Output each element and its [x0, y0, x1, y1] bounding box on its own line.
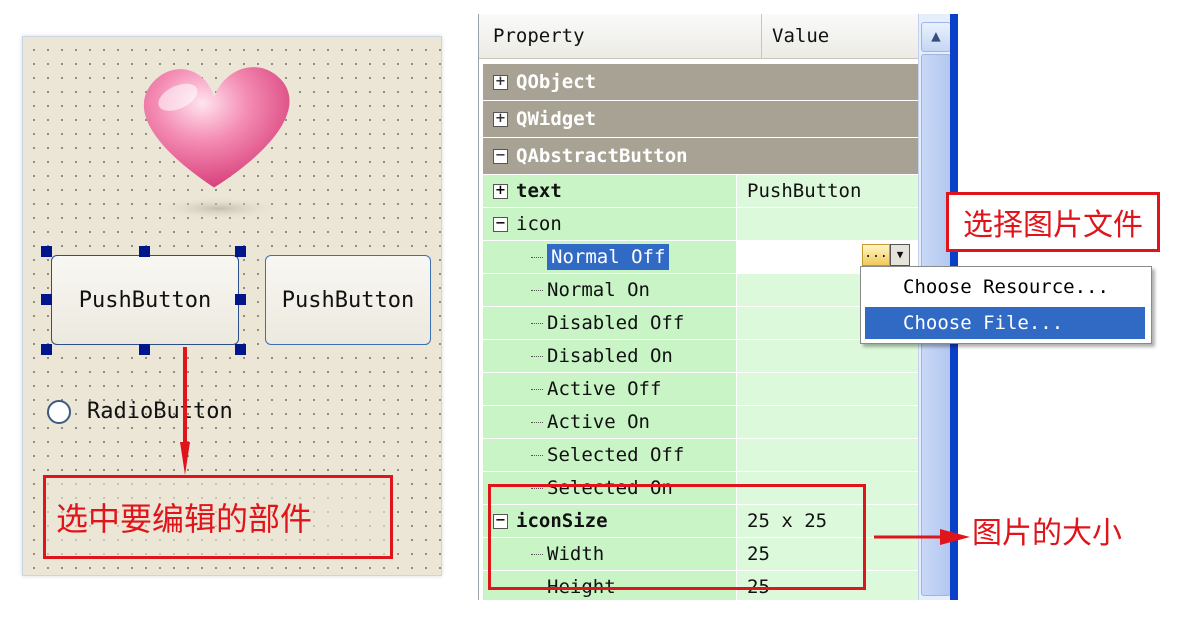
resize-handle-bottom-right[interactable]	[235, 344, 246, 355]
radio-button[interactable]: RadioButton	[47, 399, 233, 424]
tree-connector	[531, 454, 543, 456]
group-qwidget[interactable]: + QWidget	[483, 101, 918, 138]
property-row-normal-off[interactable]: Normal Off ... ▼	[483, 241, 918, 274]
expand-plus-icon[interactable]: +	[493, 74, 508, 90]
push-button-2[interactable]: PushButton	[265, 255, 431, 345]
tree-connector	[531, 256, 543, 258]
property-row-disabled-off[interactable]: Disabled Off	[483, 307, 918, 340]
group-qobject[interactable]: + QObject	[483, 64, 918, 101]
push-button-label: PushButton	[281, 287, 415, 313]
icon-chooser[interactable]: ... ▼	[862, 244, 914, 268]
property-row-active-on[interactable]: Active On	[483, 406, 918, 439]
annotation-icon-size: 图片的大小	[972, 516, 1122, 551]
highlight-iconsize-box	[488, 484, 866, 590]
property-name: Active On	[547, 411, 650, 433]
expand-plus-icon[interactable]: +	[493, 111, 508, 127]
resize-handle-top[interactable]	[139, 246, 150, 257]
tree-connector	[531, 289, 543, 291]
arrow-down-icon	[180, 347, 190, 475]
resize-handle-right[interactable]	[235, 294, 246, 305]
scroll-up-arrow-icon[interactable]: ▲	[921, 22, 951, 52]
group-qabstractbutton[interactable]: − QAbstractButton	[483, 138, 918, 175]
expand-plus-icon[interactable]: +	[493, 183, 508, 199]
property-value[interactable]	[737, 373, 918, 405]
form-designer-canvas[interactable]: PushButton PushButton RadioButton 选中要编辑的…	[22, 36, 442, 576]
property-row-selected-off[interactable]: Selected Off	[483, 439, 918, 472]
group-label: QWidget	[516, 108, 597, 130]
property-name: Selected Off	[547, 444, 685, 466]
property-row-normal-on[interactable]: Normal On	[483, 274, 918, 307]
tree-connector	[531, 388, 543, 390]
radio-button-label: RadioButton	[87, 399, 233, 424]
property-row-active-off[interactable]: Active Off	[483, 373, 918, 406]
property-row-icon[interactable]: − icon	[483, 208, 918, 241]
tree-connector	[531, 322, 543, 324]
callout-choose-file: 选择图片文件	[946, 192, 1160, 252]
resize-handle-top-left[interactable]	[41, 246, 52, 257]
menu-item-choose-file[interactable]: Choose File...	[865, 307, 1145, 339]
group-label: QObject	[516, 71, 597, 93]
tree-connector	[531, 421, 543, 423]
property-name: Active Off	[547, 378, 662, 400]
property-table-header: Property Value	[479, 14, 918, 59]
property-name: Disabled Off	[547, 312, 685, 334]
resize-handle-bottom[interactable]	[139, 344, 150, 355]
group-label: QAbstractButton	[516, 145, 688, 167]
arrow-right-icon	[874, 529, 970, 545]
property-name: text	[516, 180, 562, 202]
resize-handle-left[interactable]	[41, 294, 52, 305]
callout-text: 选择图片文件	[963, 208, 1143, 243]
property-name-selected: Normal Off	[547, 244, 670, 270]
header-value[interactable]: Value	[762, 14, 829, 58]
collapse-minus-icon[interactable]: −	[493, 148, 508, 164]
browse-button[interactable]: ...	[862, 244, 890, 266]
property-row-text[interactable]: + text PushButton	[483, 175, 918, 208]
property-value[interactable]: PushButton	[737, 175, 918, 207]
header-property[interactable]: Property	[479, 14, 762, 58]
callout-text: 选中要编辑的部件	[56, 500, 313, 538]
property-value[interactable]	[737, 439, 918, 471]
property-value[interactable]	[737, 340, 918, 372]
property-value[interactable]	[737, 208, 918, 240]
selected-push-button[interactable]: PushButton	[51, 255, 239, 345]
menu-item-choose-resource[interactable]: Choose Resource...	[865, 271, 1145, 303]
callout-select-widget: 选中要编辑的部件	[43, 475, 393, 559]
collapse-minus-icon[interactable]: −	[493, 216, 508, 232]
resize-handle-bottom-left[interactable]	[41, 344, 52, 355]
context-menu: Choose Resource... Choose File...	[860, 266, 1152, 344]
radio-circle-icon[interactable]	[47, 399, 71, 424]
resize-handle-top-right[interactable]	[235, 246, 246, 257]
property-value[interactable]	[737, 406, 918, 438]
property-name: Normal On	[547, 279, 650, 301]
tree-connector	[531, 355, 543, 357]
property-row-disabled-on[interactable]: Disabled On	[483, 340, 918, 373]
property-name: icon	[516, 213, 562, 235]
push-button-label: PushButton	[78, 287, 212, 313]
dropdown-arrow-icon[interactable]: ▼	[890, 244, 910, 266]
property-name: Disabled On	[547, 345, 673, 367]
heart-image	[143, 67, 290, 220]
